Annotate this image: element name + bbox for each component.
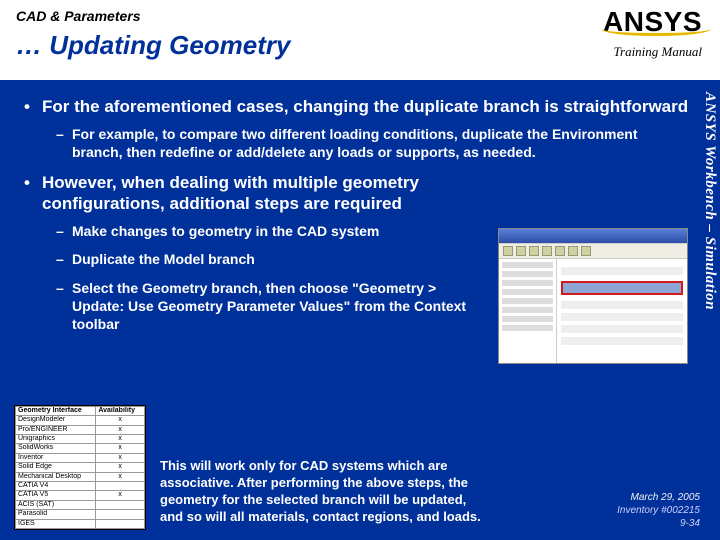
- bullet-2-sub-3-text: Select the Geometry branch, then choose …: [72, 279, 472, 334]
- bullet-1-sub-1-text: For example, to compare two different lo…: [72, 125, 690, 161]
- thumb-toolbar: [499, 243, 687, 259]
- bullet-1: • For the aforementioned cases, changing…: [24, 96, 690, 117]
- table-row: CATIA V5x: [16, 491, 145, 500]
- toolbar-icon: [529, 246, 539, 256]
- screenshot-thumbnail: [498, 228, 688, 364]
- bullet-2-sub-2-text: Duplicate the Model branch: [72, 250, 255, 268]
- footer-inventory: Inventory #002215: [617, 504, 700, 517]
- thumb-body: [499, 259, 687, 363]
- toolbar-icon: [542, 246, 552, 256]
- bullet-2-text: However, when dealing with multiple geom…: [42, 172, 462, 215]
- slide-header: CAD & Parameters … Updating Geometry ANS…: [0, 0, 720, 80]
- toolbar-icon: [503, 246, 513, 256]
- thumb-highlighted-row: [561, 281, 683, 295]
- table-row: ACIS (SAT): [16, 500, 145, 509]
- bullet-2: • However, when dealing with multiple ge…: [24, 172, 690, 215]
- table-row: Inventorx: [16, 453, 145, 462]
- table-header-availability: Availability: [96, 406, 145, 415]
- toolbar-icon: [581, 246, 591, 256]
- logo-swoosh-icon: [601, 22, 711, 36]
- table-row: IGES: [16, 519, 145, 528]
- footer-date: March 29, 2005: [617, 491, 700, 504]
- toolbar-icon: [516, 246, 526, 256]
- slide-footer: March 29, 2005 Inventory #002215 9-34: [617, 491, 700, 530]
- slide-content: • For the aforementioned cases, changing…: [16, 92, 690, 343]
- availability-table: Geometry Interface Availability DesignMo…: [14, 405, 146, 530]
- bullet-dash-icon: –: [56, 125, 72, 161]
- table-row: Unigraphicsx: [16, 435, 145, 444]
- bullet-2-sub-1-text: Make changes to geometry in the CAD syst…: [72, 222, 379, 240]
- training-manual-label: Training Manual: [603, 44, 702, 60]
- footer-page: 9-34: [617, 517, 700, 530]
- thumb-titlebar: [499, 229, 687, 243]
- bullet-1-text: For the aforementioned cases, changing t…: [42, 96, 688, 117]
- ansys-logo: ANSYS: [603, 6, 702, 38]
- bullet-dot-icon: •: [24, 172, 42, 215]
- bullet-dash-icon: –: [56, 279, 72, 334]
- bullet-1-sub-1: – For example, to compare two different …: [56, 125, 690, 161]
- bottom-note: This will work only for CAD systems whic…: [160, 458, 490, 526]
- table-row: DesignModelerx: [16, 416, 145, 425]
- table-row: Parasolid: [16, 510, 145, 519]
- thumb-tree-panel: [499, 259, 557, 363]
- logo-block: ANSYS Training Manual: [603, 6, 702, 60]
- bullet-dot-icon: •: [24, 96, 42, 117]
- thumb-main-panel: [557, 259, 687, 363]
- bullet-dash-icon: –: [56, 222, 72, 240]
- bullet-dash-icon: –: [56, 250, 72, 268]
- toolbar-icon: [555, 246, 565, 256]
- toolbar-icon: [568, 246, 578, 256]
- table-header-interface: Geometry Interface: [16, 406, 96, 415]
- table-row: Mechanical Desktopx: [16, 472, 145, 481]
- slide-title: … Updating Geometry: [16, 30, 704, 61]
- table-row: SolidWorksx: [16, 444, 145, 453]
- table-row: Pro/ENGINEERx: [16, 425, 145, 434]
- vertical-side-label: ANSYS Workbench – Simulation: [696, 92, 718, 422]
- table-row: CATIA V4: [16, 482, 145, 491]
- table-row: Solid Edgex: [16, 463, 145, 472]
